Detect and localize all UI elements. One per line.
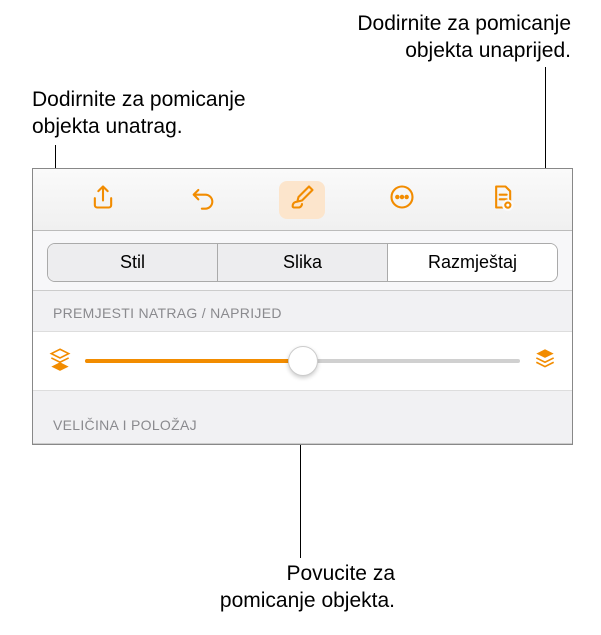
callout-drag-text: Povucite za pomicanje objekta. [220, 562, 395, 612]
divider [33, 443, 572, 444]
segmented-control: Stil Slika Razmještaj [47, 243, 558, 282]
format-panel: Stil Slika Razmještaj PREMJESTI NATRAG /… [32, 168, 573, 445]
callout-forward: Dodirnite za pomicanje objekta unaprijed… [357, 10, 571, 65]
layers-back-icon [47, 346, 73, 377]
tab-image[interactable]: Slika [218, 244, 388, 281]
toolbar [33, 169, 572, 231]
section-move-label: PREMJESTI NATRAG / NAPRIJED [53, 305, 282, 321]
more-button[interactable] [379, 181, 425, 219]
layers-forward-icon [532, 346, 558, 377]
slider-thumb[interactable] [288, 346, 318, 376]
more-icon [388, 183, 416, 216]
undo-icon [189, 183, 217, 216]
layer-slider-row [33, 331, 572, 391]
tabs-container: Stil Slika Razmještaj [33, 231, 572, 291]
move-forward-button[interactable] [530, 346, 560, 376]
tab-arrange-label: Razmještaj [428, 252, 517, 272]
tab-style[interactable]: Stil [48, 244, 218, 281]
callout-back: Dodirnite za pomicanje objekta unatrag. [32, 86, 246, 141]
slider-track-fill [85, 359, 303, 363]
share-button[interactable] [80, 181, 126, 219]
layer-slider[interactable] [85, 349, 520, 373]
callout-forward-text: Dodirnite za pomicanje objekta unaprijed… [357, 12, 571, 62]
share-icon [89, 183, 117, 216]
callout-back-text: Dodirnite za pomicanje objekta unatrag. [32, 88, 246, 138]
document-icon [488, 183, 516, 216]
section-size-label: VELIČINA I POLOŽAJ [53, 417, 197, 433]
section-header-size: VELIČINA I POLOŽAJ [33, 391, 572, 443]
section-header-move: PREMJESTI NATRAG / NAPRIJED [33, 291, 572, 331]
tab-image-label: Slika [283, 252, 322, 272]
tab-style-label: Stil [120, 252, 145, 272]
undo-button[interactable] [180, 181, 226, 219]
format-button[interactable] [279, 181, 325, 219]
tab-arrange[interactable]: Razmještaj [388, 244, 557, 281]
move-back-button[interactable] [45, 346, 75, 376]
paintbrush-icon [288, 183, 316, 216]
document-button[interactable] [479, 181, 525, 219]
callout-drag: Povucite za pomicanje objekta. [165, 560, 395, 615]
